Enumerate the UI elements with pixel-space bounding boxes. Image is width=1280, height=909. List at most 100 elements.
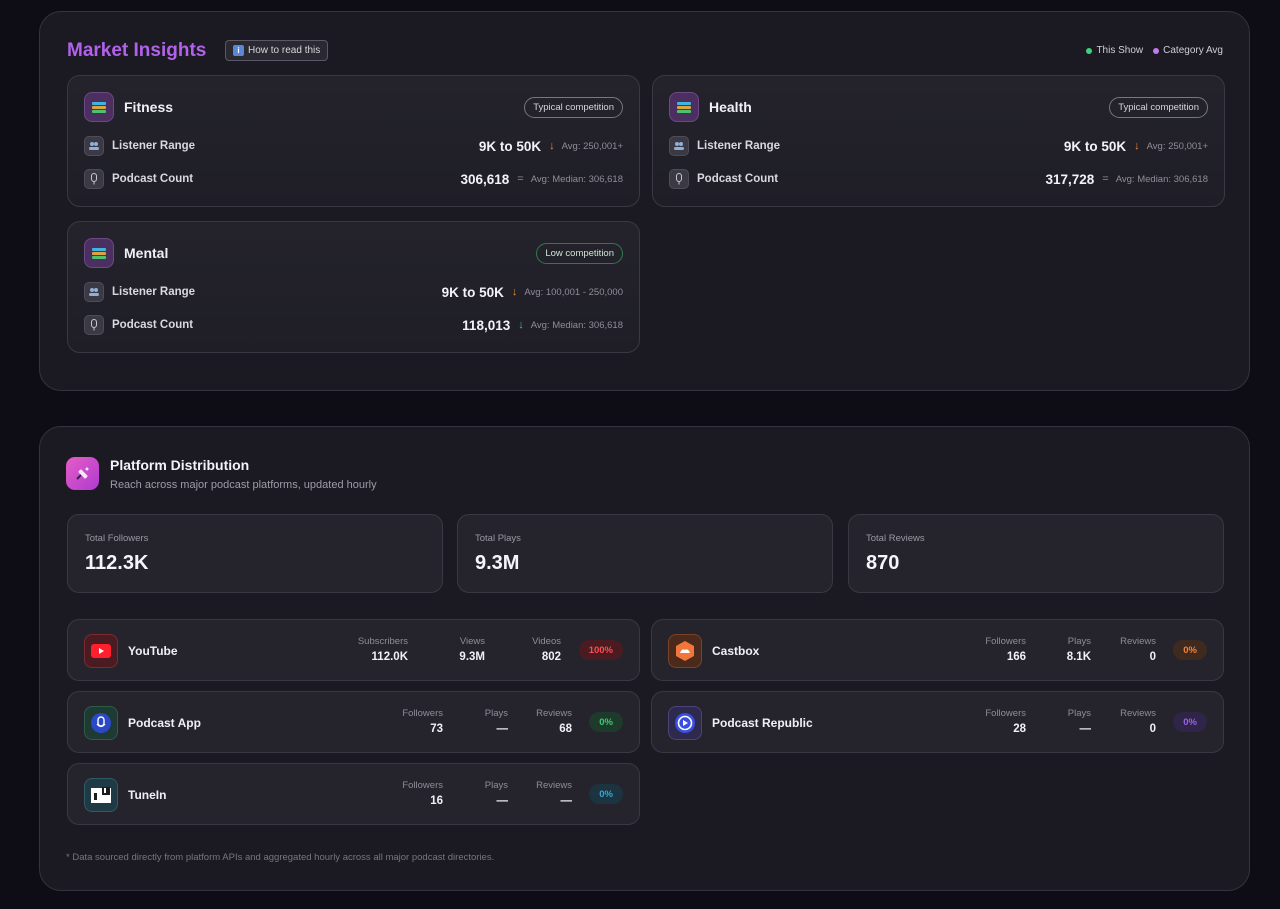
trend-equal-icon: =	[1102, 173, 1109, 185]
stat-value: —	[496, 795, 509, 807]
microphone-icon	[84, 169, 104, 189]
stat-followers: Followers 28	[985, 708, 1026, 735]
total-value: 870	[866, 552, 900, 574]
stat-plays: Plays 8.1K	[1067, 636, 1091, 663]
stat-plays: Plays —	[1068, 708, 1091, 735]
stat-value: 68	[559, 723, 572, 735]
metric-value: 9K to 50K	[1063, 138, 1127, 154]
stat-value: 28	[1013, 723, 1026, 735]
stat-value: 0	[1149, 723, 1156, 735]
stat-value: 166	[1006, 651, 1026, 663]
platform-distribution-subtitle: Reach across major podcast platforms, up…	[110, 479, 377, 491]
platform-name: Castbox	[712, 644, 760, 658]
legend-category-avg: Category Avg	[1153, 45, 1223, 56]
stat-videos: Videos 802	[532, 636, 561, 663]
platform-name: TuneIn	[128, 788, 167, 802]
stat-reviews: Reviews 0	[1120, 708, 1156, 735]
listener-range-row: Listener Range 9K to 50K ↓ Avg: 250,001+	[84, 136, 623, 156]
tunein-icon	[84, 778, 118, 812]
metric-value: 306,618	[460, 171, 510, 187]
stat-reviews: Reviews —	[536, 780, 572, 807]
metric-avg: Avg: Median: 306,618	[530, 319, 623, 331]
market-insights-title: Market Insights	[67, 40, 207, 61]
total-value: 112.3K	[85, 552, 149, 574]
metric-label: Podcast Count	[112, 173, 194, 185]
competition-badge: Typical competition	[1109, 97, 1208, 118]
platform-card-tunein[interactable]: TuneIn Followers 16 Plays — Reviews — 0%	[67, 763, 640, 825]
category-card-health[interactable]: Health Typical competition Listener Rang…	[652, 75, 1225, 207]
metric-value: 9K to 50K	[441, 284, 504, 300]
stat-value: —	[1079, 723, 1092, 735]
metric-avg: Avg: 100,001 - 250,000	[524, 286, 623, 298]
stat-label: Plays	[1067, 708, 1091, 719]
stat-label: Reviews	[1120, 708, 1156, 719]
stat-label: Reviews	[536, 708, 572, 719]
trend-down-icon: ↓	[549, 140, 555, 152]
people-icon	[84, 282, 104, 302]
trend-equal-icon: =	[517, 173, 524, 185]
trend-down-icon: ↓	[1134, 140, 1140, 152]
total-plays-card: Total Plays 9.3M	[457, 514, 833, 593]
legend-label: This Show	[1096, 45, 1144, 56]
platform-card-castbox[interactable]: Castbox Followers 166 Plays 8.1K Reviews…	[651, 619, 1224, 681]
stat-value: 73	[430, 723, 443, 735]
stat-value: 8.1K	[1066, 651, 1091, 663]
people-icon	[84, 136, 104, 156]
stat-label: Plays	[1067, 636, 1091, 647]
platform-card-youtube[interactable]: YouTube Subscribers 112.0K Views 9.3M Vi…	[67, 619, 640, 681]
total-label: Total Followers	[85, 533, 149, 544]
trend-down-icon: ↓	[518, 319, 524, 331]
metric-label: Listener Range	[112, 140, 196, 152]
metric-avg: Avg: 250,001+	[561, 140, 623, 152]
category-card-mental[interactable]: Mental Low competition Listener Range 9K…	[67, 221, 640, 353]
stat-label: Subscribers	[357, 636, 408, 647]
stat-label: Followers	[402, 780, 443, 791]
podcast-republic-icon	[668, 706, 702, 740]
metric-avg: Avg: 250,001+	[1146, 140, 1208, 152]
metric-label: Podcast Count	[697, 173, 779, 185]
share-badge: 0%	[1173, 640, 1207, 660]
stat-value: 0	[1149, 651, 1156, 663]
category-name: Mental	[124, 245, 169, 261]
metric-label: Listener Range	[112, 286, 196, 298]
metric-avg: Avg: Median: 306,618	[530, 173, 623, 185]
footnote: * Data sourced directly from platform AP…	[66, 852, 495, 863]
stat-label: Followers	[985, 636, 1026, 647]
stat-reviews: Reviews 0	[1120, 636, 1156, 663]
stat-label: Followers	[985, 708, 1026, 719]
how-to-read-button[interactable]: i How to read this	[225, 40, 329, 61]
stat-label: Reviews	[1120, 636, 1156, 647]
stat-subscribers: Subscribers 112.0K	[358, 636, 408, 663]
metric-label: Podcast Count	[112, 319, 194, 331]
platform-card-podcast-republic[interactable]: Podcast Republic Followers 28 Plays — Re…	[651, 691, 1224, 753]
total-reviews-card: Total Reviews 870	[848, 514, 1224, 593]
satellite-icon	[66, 457, 99, 490]
total-label: Total Plays	[475, 533, 521, 544]
category-name: Fitness	[124, 99, 174, 115]
platform-distribution-panel: Platform Distribution Reach across major…	[39, 426, 1250, 891]
category-name: Health	[709, 99, 752, 115]
stat-plays: Plays —	[485, 780, 508, 807]
category-card-fitness[interactable]: Fitness Typical competition Listener Ran…	[67, 75, 640, 207]
metric-value: 317,728	[1045, 171, 1095, 187]
listener-range-row: Listener Range 9K to 50K ↓ Avg: 250,001+	[669, 136, 1208, 156]
legend: This Show Category Avg	[1086, 45, 1223, 56]
listener-range-row: Listener Range 9K to 50K ↓ Avg: 100,001 …	[84, 282, 623, 302]
platform-name: YouTube	[128, 644, 178, 658]
total-label: Total Reviews	[866, 533, 925, 544]
podcast-count-row: Podcast Count 118,013 ↓ Avg: Median: 306…	[84, 315, 623, 335]
people-icon	[669, 136, 689, 156]
competition-badge: Low competition	[536, 243, 623, 264]
stat-value: 112.0K	[371, 651, 408, 663]
stat-label: Videos	[532, 636, 561, 647]
metric-label: Listener Range	[697, 140, 781, 152]
stat-reviews: Reviews 68	[536, 708, 572, 735]
competition-badge: Typical competition	[524, 97, 623, 118]
legend-dot-icon	[1086, 47, 1093, 54]
microphone-icon	[669, 169, 689, 189]
platform-card-podcast-app[interactable]: Podcast App Followers 73 Plays — Reviews…	[67, 691, 640, 753]
info-icon: i	[233, 45, 244, 56]
how-to-read-label: How to read this	[248, 45, 321, 56]
castbox-icon	[668, 634, 702, 668]
share-badge: 0%	[1173, 712, 1207, 732]
